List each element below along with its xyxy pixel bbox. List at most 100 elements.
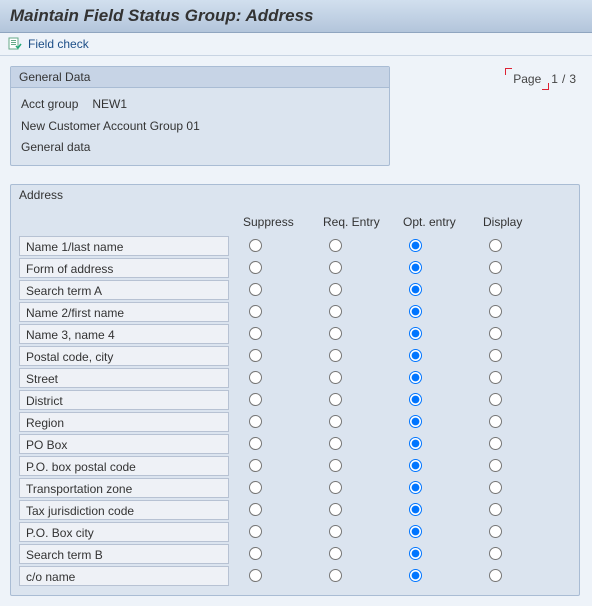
status-radio[interactable]	[249, 569, 262, 582]
status-radio[interactable]	[409, 525, 422, 538]
status-radio[interactable]	[249, 371, 262, 384]
status-radio[interactable]	[489, 415, 502, 428]
radio-cell	[479, 239, 559, 252]
table-row: c/o name	[19, 565, 571, 587]
radio-cell	[479, 349, 559, 362]
status-radio[interactable]	[249, 327, 262, 340]
content: General Data Acct group NEW1 New Custome…	[0, 56, 592, 606]
status-radio[interactable]	[489, 547, 502, 560]
status-radio[interactable]	[409, 437, 422, 450]
status-radio[interactable]	[249, 437, 262, 450]
radio-cell	[479, 283, 559, 296]
status-radio[interactable]	[409, 239, 422, 252]
status-radio[interactable]	[409, 569, 422, 582]
titlebar: Maintain Field Status Group: Address	[0, 0, 592, 33]
status-radio[interactable]	[329, 327, 342, 340]
status-radio[interactable]	[249, 261, 262, 274]
radio-cell	[479, 393, 559, 406]
table-row: PO Box	[19, 433, 571, 455]
status-radio[interactable]	[489, 393, 502, 406]
field-check-icon[interactable]	[8, 37, 22, 51]
status-radio[interactable]	[329, 349, 342, 362]
status-radio[interactable]	[489, 305, 502, 318]
field-label: Transportation zone	[19, 478, 229, 498]
field-label: Street	[19, 368, 229, 388]
status-radio[interactable]	[249, 525, 262, 538]
radio-cell	[319, 283, 399, 296]
status-radio[interactable]	[489, 349, 502, 362]
status-radio[interactable]	[409, 459, 422, 472]
status-radio[interactable]	[249, 415, 262, 428]
status-radio[interactable]	[329, 305, 342, 318]
radio-cell	[399, 415, 479, 428]
status-radio[interactable]	[489, 481, 502, 494]
status-radio[interactable]	[409, 547, 422, 560]
radio-cell	[239, 239, 319, 252]
status-radio[interactable]	[409, 481, 422, 494]
status-radio[interactable]	[249, 283, 262, 296]
table-row: District	[19, 389, 571, 411]
field-label: Name 2/first name	[19, 302, 229, 322]
status-radio[interactable]	[489, 569, 502, 582]
status-radio[interactable]	[249, 305, 262, 318]
status-radio[interactable]	[249, 503, 262, 516]
status-radio[interactable]	[409, 327, 422, 340]
status-radio[interactable]	[409, 393, 422, 406]
status-radio[interactable]	[329, 503, 342, 516]
status-radio[interactable]	[249, 393, 262, 406]
general-data-title: General Data	[11, 67, 389, 88]
radio-cell	[399, 525, 479, 538]
status-radio[interactable]	[329, 261, 342, 274]
status-radio[interactable]	[249, 459, 262, 472]
status-radio[interactable]	[249, 481, 262, 494]
status-radio[interactable]	[329, 415, 342, 428]
radio-cell	[319, 261, 399, 274]
table-row: Name 2/first name	[19, 301, 571, 323]
radio-cell	[319, 415, 399, 428]
radio-cell	[479, 415, 559, 428]
status-radio[interactable]	[409, 371, 422, 384]
status-radio[interactable]	[409, 283, 422, 296]
status-radio[interactable]	[329, 459, 342, 472]
field-check-link[interactable]: Field check	[28, 37, 89, 51]
field-label: Search term A	[19, 280, 229, 300]
status-radio[interactable]	[489, 437, 502, 450]
field-label: PO Box	[19, 434, 229, 454]
status-radio[interactable]	[329, 393, 342, 406]
status-radio[interactable]	[489, 525, 502, 538]
radio-cell	[319, 569, 399, 582]
status-radio[interactable]	[489, 327, 502, 340]
status-radio[interactable]	[489, 239, 502, 252]
status-radio[interactable]	[329, 525, 342, 538]
status-radio[interactable]	[329, 283, 342, 296]
field-label: District	[19, 390, 229, 410]
page-current: 1	[551, 72, 558, 86]
status-radio[interactable]	[249, 349, 262, 362]
status-radio[interactable]	[409, 349, 422, 362]
status-radio[interactable]	[329, 481, 342, 494]
radio-cell	[239, 459, 319, 472]
status-radio[interactable]	[249, 547, 262, 560]
status-radio[interactable]	[409, 503, 422, 516]
status-radio[interactable]	[329, 547, 342, 560]
radio-cell	[239, 415, 319, 428]
status-radio[interactable]	[489, 283, 502, 296]
radio-cell	[399, 283, 479, 296]
radio-cell	[479, 327, 559, 340]
status-radio[interactable]	[329, 569, 342, 582]
status-radio[interactable]	[249, 239, 262, 252]
status-radio[interactable]	[489, 503, 502, 516]
status-radio[interactable]	[409, 261, 422, 274]
radio-cell	[479, 481, 559, 494]
radio-cell	[399, 569, 479, 582]
status-radio[interactable]	[489, 459, 502, 472]
radio-cell	[239, 437, 319, 450]
status-radio[interactable]	[489, 371, 502, 384]
table-row: Postal code, city	[19, 345, 571, 367]
status-radio[interactable]	[329, 239, 342, 252]
status-radio[interactable]	[489, 261, 502, 274]
status-radio[interactable]	[329, 437, 342, 450]
status-radio[interactable]	[329, 371, 342, 384]
status-radio[interactable]	[409, 415, 422, 428]
status-radio[interactable]	[409, 305, 422, 318]
